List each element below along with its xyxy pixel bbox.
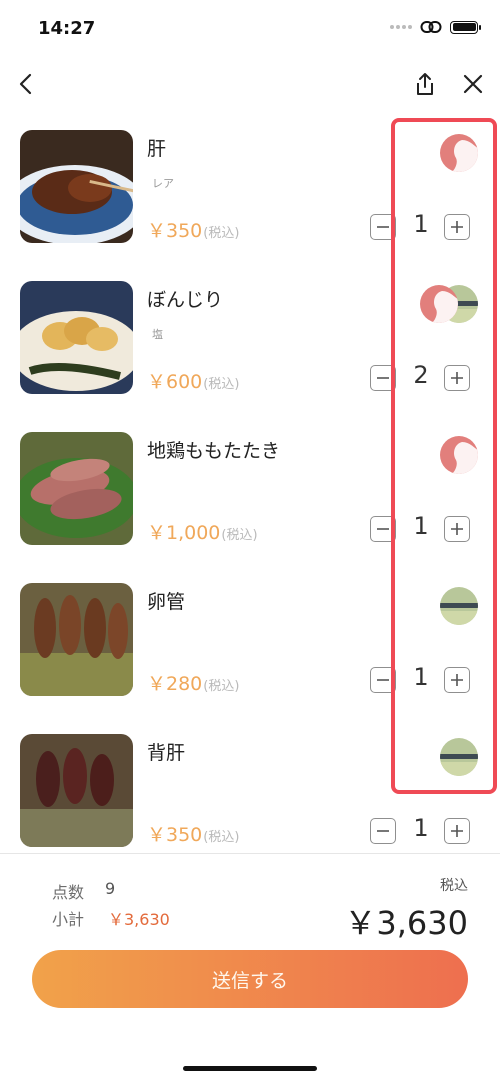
item-photo (20, 432, 133, 545)
minus-icon (377, 830, 389, 832)
decrease-quantity-button[interactable] (370, 818, 396, 844)
tax-note: (税込) (203, 679, 240, 694)
item-photo (20, 130, 133, 243)
send-button-label: 送信する (211, 969, 288, 992)
item-name: ぼんじり (147, 289, 224, 311)
quantity-value: 1 (413, 814, 429, 842)
item-name: 卵管 (147, 591, 186, 613)
price-value: ￥350 (147, 220, 203, 242)
minus-icon (377, 226, 389, 228)
increase-quantity-button[interactable] (444, 818, 470, 844)
plus-icon (451, 825, 463, 837)
status-bar: 14:27 (0, 0, 500, 60)
nav-bar (0, 62, 500, 106)
item-photo (20, 734, 133, 847)
item-price: ￥280(税込) (147, 669, 239, 696)
item-price: ￥1,000(税込) (147, 518, 258, 545)
subtotal-value: ￥3,630 (108, 910, 170, 929)
status-icons (390, 20, 481, 34)
chevron-left-icon[interactable] (12, 70, 40, 98)
price-value: ￥600 (147, 371, 203, 393)
order-summary-footer: 点数 9 小計 ￥3,630 税込 ￥3,630 送信する (0, 853, 500, 1083)
highlight-annotation (391, 118, 497, 794)
minus-icon (377, 377, 389, 379)
minus-icon (377, 679, 389, 681)
subtotal-label: 小計 (52, 910, 85, 929)
item-price: ￥600(税込) (147, 367, 239, 394)
minus-icon (377, 528, 389, 530)
item-price: ￥350(税込) (147, 820, 239, 847)
item-name: 地鶏ももたたき (147, 440, 281, 462)
count-label: 点数 (52, 883, 85, 902)
status-time: 14:27 (38, 18, 96, 39)
total-amount: ￥3,630 (344, 904, 468, 942)
signal-icon (390, 25, 412, 29)
tax-note: (税込) (221, 528, 258, 543)
battery-icon (450, 20, 481, 34)
price-value: ￥350 (147, 824, 203, 846)
share-icon[interactable] (411, 70, 439, 98)
tax-note: (税込) (203, 830, 240, 845)
home-indicator (183, 1066, 317, 1071)
price-value: ￥1,000 (147, 522, 221, 544)
send-button[interactable]: 送信する (32, 950, 468, 1008)
item-name: 背肝 (147, 742, 186, 764)
item-photo (20, 281, 133, 394)
tax-included-label: 税込 (440, 878, 468, 894)
tax-note: (税込) (203, 226, 240, 241)
link-icon (420, 21, 442, 33)
price-value: ￥280 (147, 673, 203, 695)
item-option: レア (152, 177, 174, 190)
item-photo (20, 583, 133, 696)
close-icon[interactable] (459, 70, 487, 98)
item-price: ￥350(税込) (147, 216, 239, 243)
item-option: 塩 (152, 328, 163, 341)
tax-note: (税込) (203, 377, 240, 392)
count-value: 9 (105, 879, 116, 898)
item-name: 肝 (147, 138, 167, 160)
